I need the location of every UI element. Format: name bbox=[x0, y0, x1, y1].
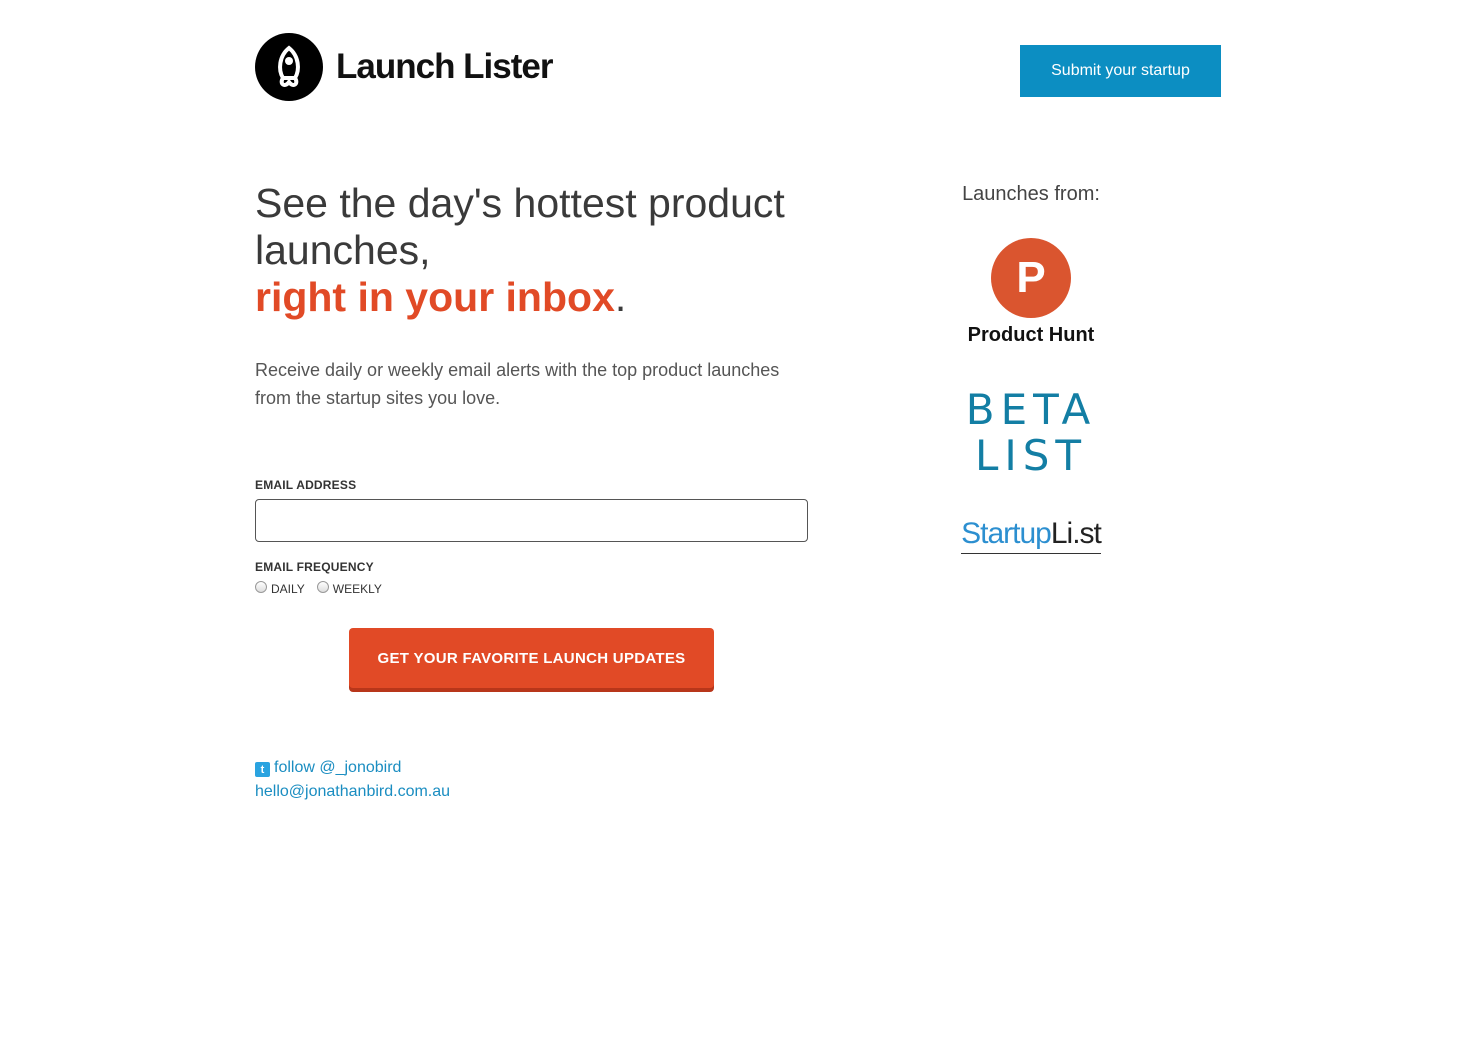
startuplist-part2: Li.st bbox=[1050, 517, 1102, 550]
submit-startup-button[interactable]: Submit your startup bbox=[1020, 45, 1221, 97]
frequency-label: Email Frequency bbox=[255, 560, 374, 574]
sources-sidebar: Launches from: P Product Hunt BETA LIST … bbox=[941, 183, 1121, 554]
producthunt-logo[interactable]: P Product Hunt bbox=[941, 238, 1121, 347]
headline-accent: right in your inbox bbox=[255, 274, 615, 320]
headline-period: . bbox=[614, 274, 627, 320]
page-headline: See the day's hottest product launches, … bbox=[255, 180, 815, 321]
daily-label: Daily bbox=[271, 582, 305, 596]
betalist-line2: LIST bbox=[974, 431, 1088, 480]
frequency-options: Daily Weekly bbox=[255, 580, 394, 596]
producthunt-icon: P bbox=[991, 238, 1071, 318]
hero-subtext: Receive daily or weekly email alerts wit… bbox=[255, 360, 780, 408]
twitter-follow-link[interactable]: follow @_jonobird bbox=[274, 759, 401, 777]
email-label: Email Address bbox=[255, 478, 357, 492]
producthunt-name: Product Hunt bbox=[967, 324, 1095, 346]
startuplist-part1: Startup bbox=[961, 517, 1052, 550]
email-field[interactable] bbox=[255, 499, 808, 542]
sidebar-title: Launches from: bbox=[962, 183, 1100, 205]
weekly-label: Weekly bbox=[332, 582, 382, 596]
frequency-option-weekly[interactable]: Weekly bbox=[316, 580, 382, 596]
rocket-logo-icon bbox=[255, 33, 323, 101]
contact-email-link[interactable]: hello@jonathanbird.com.au bbox=[255, 783, 450, 801]
weekly-radio[interactable] bbox=[316, 581, 329, 593]
subscribe-button[interactable]: Get your favorite launch updates bbox=[349, 628, 714, 688]
twitter-icon: t bbox=[255, 762, 270, 777]
twitter-follow[interactable]: t follow @_jonobird bbox=[255, 759, 401, 777]
daily-radio[interactable] bbox=[255, 581, 267, 593]
frequency-option-daily[interactable]: Daily bbox=[255, 580, 305, 596]
headline-main: See the day's hottest product launches, bbox=[255, 180, 785, 273]
logo[interactable]: Launch Lister bbox=[255, 33, 553, 101]
startuplist-logo[interactable]: Startup Li.st bbox=[961, 517, 1102, 554]
betalist-line1: BETA bbox=[965, 385, 1097, 434]
brand-name: Launch Lister bbox=[336, 47, 553, 86]
page: Launch Lister Submit your startup See th… bbox=[255, 0, 1221, 1037]
betalist-logo[interactable]: BETA LIST bbox=[941, 387, 1121, 479]
